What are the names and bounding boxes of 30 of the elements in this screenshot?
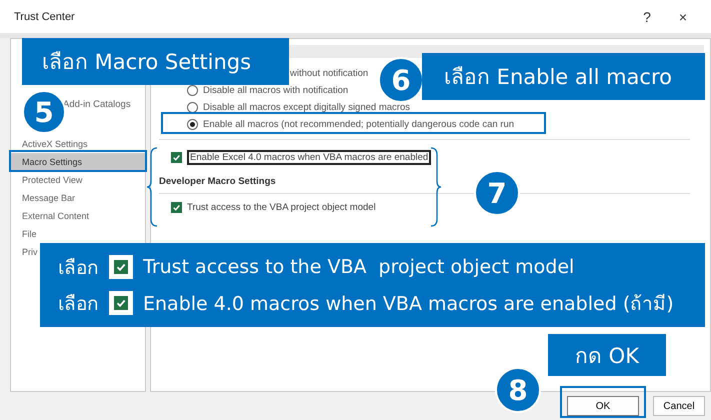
option-label: without notification [290, 67, 368, 81]
option-label: Disable all macros except digitally signed macros [203, 102, 410, 113]
callout-label: เลือก Enable all macro [422, 53, 705, 100]
checkbox-label: Trust access to the VBA project object model [187, 202, 376, 212]
sidebar-item[interactable]: Macro Settings [11, 153, 145, 171]
window-title: Trust Center [14, 10, 76, 22]
callout-text: Enable 4.0 macros when VBA macros are enabled (ถ้ามี) [143, 292, 674, 317]
ok-button[interactable]: OK [567, 396, 639, 416]
option-label: Enable all macros (not recommended; potentially dangerous code can run [203, 119, 514, 130]
sidebar-item[interactable]: File [22, 225, 37, 243]
step-badge: 8 [495, 367, 541, 413]
callout-label: กด OK [548, 334, 666, 376]
option-label: Disable all macros with notification [203, 85, 348, 96]
radio-button[interactable] [187, 119, 198, 130]
checkbox-label: Enable Excel 4.0 macros when VBA macros are enabled [187, 150, 432, 164]
close-button[interactable]: × [665, 8, 701, 24]
sidebar-item[interactable]: ActiveX Settings [22, 135, 88, 153]
callout-text: เลือก [58, 256, 99, 281]
sidebar-item[interactable]: Protected View [22, 171, 82, 189]
sidebar-item[interactable]: External Content [22, 207, 90, 225]
sidebar-item[interactable]: Message Bar [22, 189, 76, 207]
callout-label: เลือก Macro Settings [22, 38, 289, 85]
help-button[interactable]: ? [629, 8, 665, 24]
sidebar-item[interactable]: Priv [22, 243, 38, 261]
cancel-button[interactable]: Cancel [653, 396, 705, 416]
radio-button[interactable] [187, 102, 198, 113]
callout-text: เลือก [58, 292, 99, 317]
sidebar-item[interactable]: Add-in Catalogs [63, 96, 131, 114]
section-heading: Developer Macro Settings [159, 176, 276, 187]
callout-text: Trust access to the VBA project object model [143, 256, 574, 278]
